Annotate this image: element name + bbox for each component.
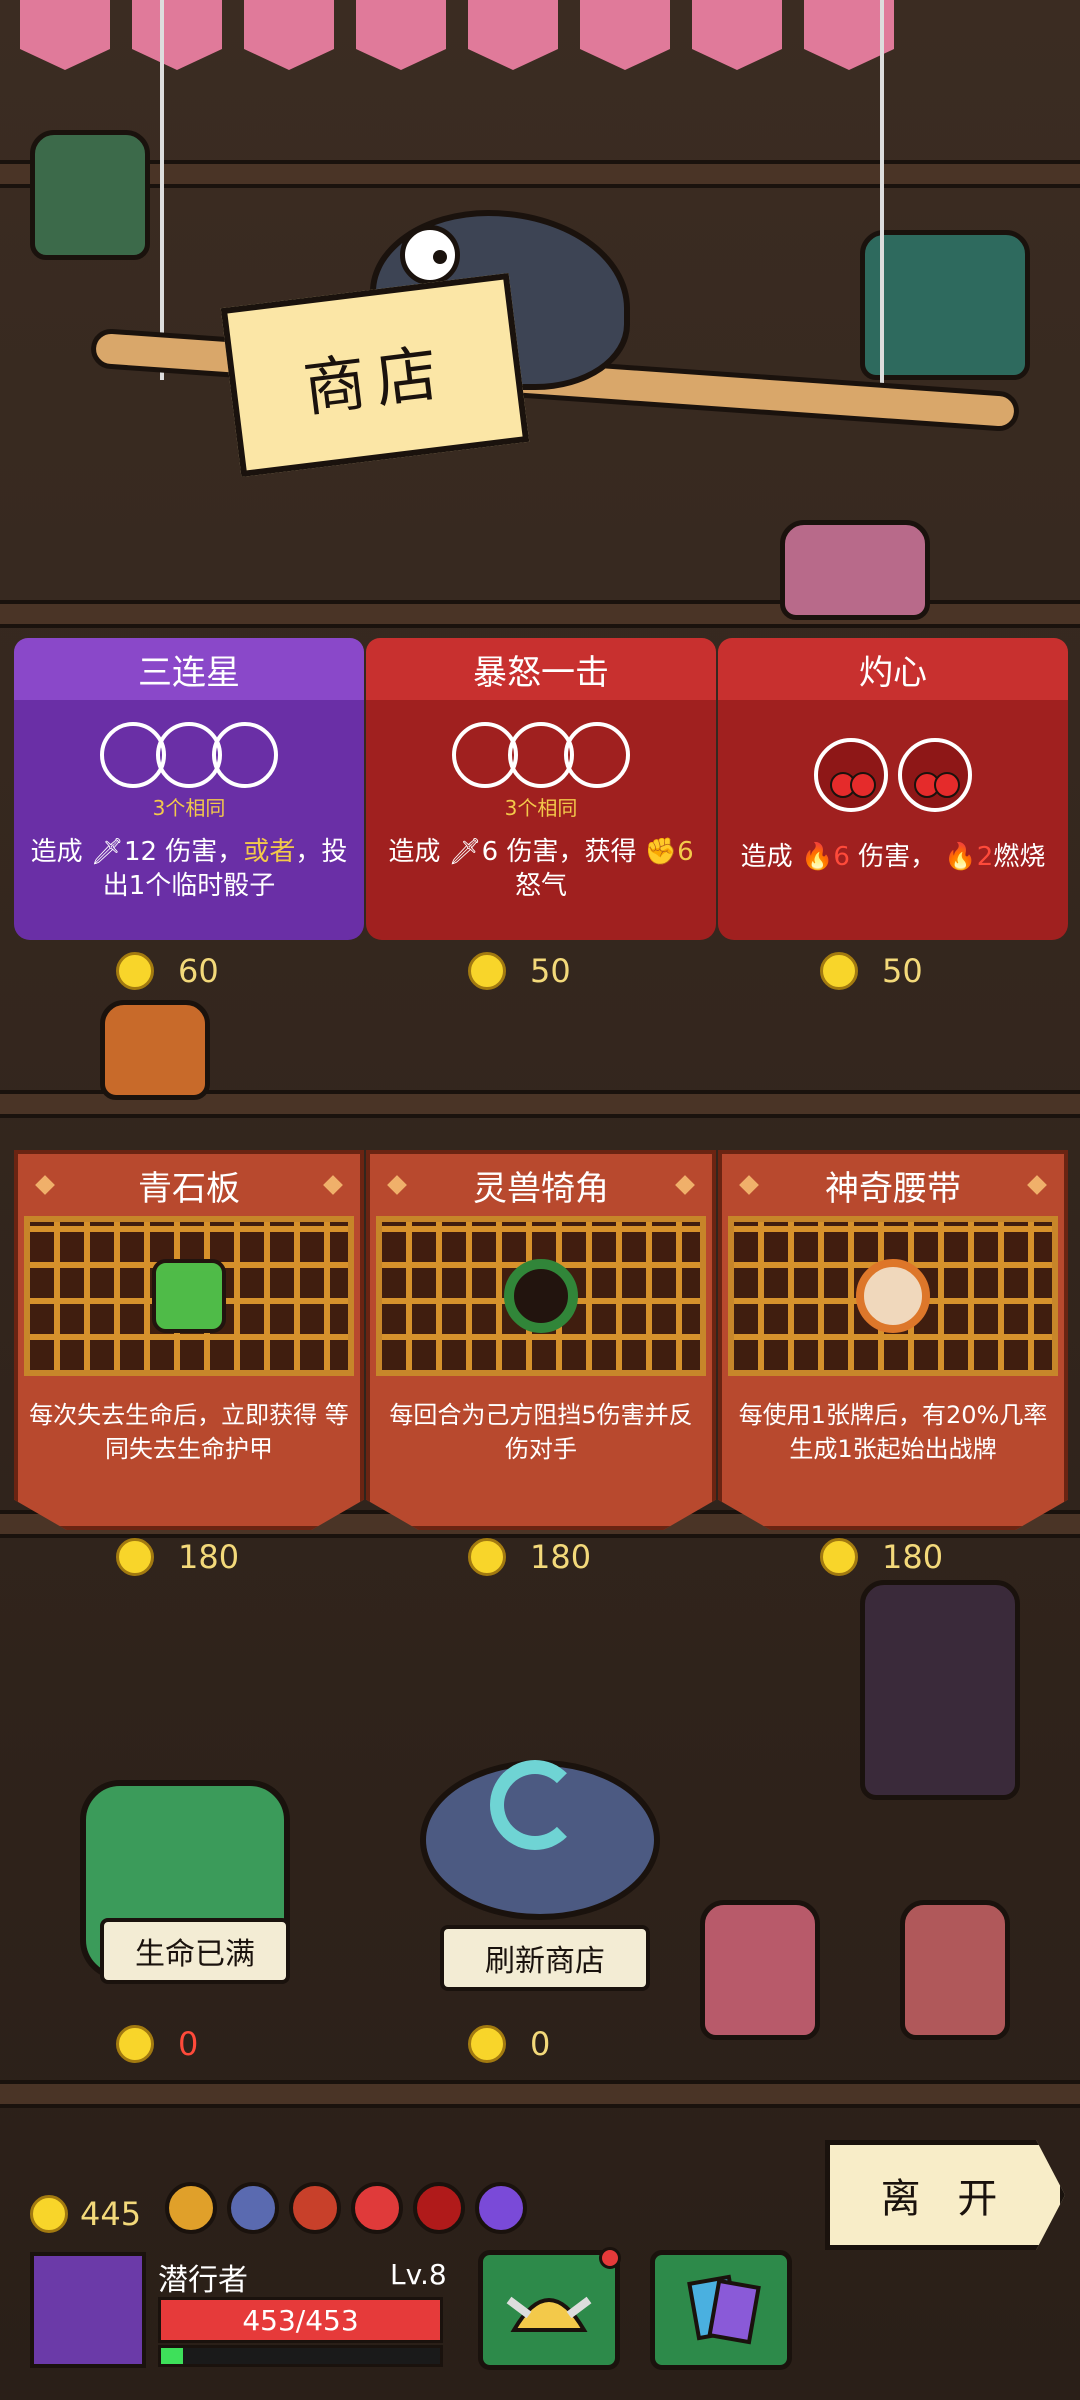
dagger-relic-icon[interactable] [227, 2182, 279, 2234]
card-title: 灼心 [718, 638, 1068, 700]
price-tag: 0 [116, 2025, 198, 2063]
price-tag: 180 [116, 1538, 239, 1576]
coin-icon [820, 952, 858, 990]
jar [780, 520, 930, 620]
hp-bar: 453/453 [158, 2297, 443, 2343]
coin-icon [820, 1538, 858, 1576]
relic-title: 青石板 [18, 1154, 360, 1216]
claw-relic-icon[interactable] [351, 2182, 403, 2234]
price-tag: 60 [116, 952, 219, 990]
player-name: 潜行者 [158, 2263, 248, 2298]
horn-ring-icon [504, 1259, 578, 1333]
coin-icon [116, 2025, 154, 2063]
sword-icon: 🗡 [448, 837, 482, 867]
relic-title: 灵兽犄角 [370, 1154, 712, 1216]
notification-dot [599, 2247, 621, 2269]
burn-icon: 🔥 [944, 842, 977, 872]
relic-description: 每次失去生命后，立即获得 等同失去生命护甲 [29, 1401, 349, 1463]
coin-icon [30, 2195, 68, 2233]
flower-relic-icon[interactable] [165, 2182, 217, 2234]
equipment-button[interactable] [478, 2247, 621, 2370]
shelf [0, 2080, 1080, 2108]
refresh-icon [490, 1760, 580, 1850]
leave-button[interactable]: 离 开 [825, 2140, 1065, 2250]
sword-icon: 🗡 [90, 837, 124, 867]
green-stone-icon [152, 1259, 226, 1333]
price-tag: 0 [468, 2025, 550, 2063]
jar [900, 1900, 1010, 2040]
jar [100, 1000, 210, 1100]
card-description: 造成 🗡6 伤害，获得 ✊6怒气 [388, 837, 694, 901]
skill-card-burning-heart[interactable]: 灼心 造成 🔥6 伤害， 🔥2燃烧 [718, 638, 1068, 940]
relic-title: 神奇腰带 [722, 1154, 1064, 1216]
skill-card-rage-strike[interactable]: 暴怒一击 3个相同 造成 🗡6 伤害，获得 ✊6怒气 [366, 638, 716, 940]
xp-fill [161, 2348, 184, 2364]
gold-counter: 445 [30, 2195, 141, 2233]
price-tag: 50 [820, 952, 923, 990]
xp-bar [158, 2345, 443, 2367]
jar [30, 130, 150, 260]
relic-frame [376, 1216, 706, 1376]
jar [860, 230, 1030, 380]
coin-icon [468, 2025, 506, 2063]
coin-icon [468, 1538, 506, 1576]
sign-rope [160, 0, 164, 380]
skill-card-triple-star[interactable]: 三连星 3个相同 造成 🗡12 伤害，或者，投出1个临时骰子 [14, 638, 364, 940]
jar [860, 1580, 1020, 1800]
relic-bar [165, 2182, 527, 2234]
dice-slots [380, 722, 702, 788]
cherry-die-icon [814, 738, 888, 812]
dice-slots [732, 738, 1054, 812]
helmet-icon [506, 2296, 592, 2332]
refresh-shop-button[interactable]: 刷新商店 [440, 1925, 650, 1991]
card-title: 三连星 [14, 638, 364, 700]
coin-icon [468, 952, 506, 990]
price-tag: 180 [820, 1538, 943, 1576]
relic-frame [728, 1216, 1058, 1376]
cherry-die-icon [898, 738, 972, 812]
relic-frame [24, 1216, 354, 1376]
player-level: Lv.8 [390, 2258, 447, 2291]
belt-icon [856, 1259, 930, 1333]
dice-slots [28, 722, 350, 788]
card-description: 造成 🗡12 伤害，或者，投出1个临时骰子 [30, 837, 348, 901]
flame-relic-icon[interactable] [475, 2182, 527, 2234]
player-avatar[interactable] [30, 2252, 146, 2368]
card-title: 暴怒一击 [366, 638, 716, 700]
price-tag: 180 [468, 1538, 591, 1576]
same-requirement: 3个相同 [152, 796, 226, 820]
coin-icon [116, 952, 154, 990]
relic-card-green-stone[interactable]: 青石板 每次失去生命后，立即获得 等同失去生命护甲 [14, 1150, 364, 1530]
shop-title-sign: 商店 [220, 272, 530, 478]
deck-button[interactable] [650, 2250, 792, 2370]
fist-icon: ✊ [644, 837, 678, 867]
same-requirement: 3个相同 [504, 796, 578, 820]
jar [700, 1900, 820, 2040]
price-tag: 50 [468, 952, 571, 990]
relic-description: 每使用1张牌后，有20%几率生成1张起始出战牌 [738, 1401, 1048, 1463]
card-description: 造成 🔥6 伤害， 🔥2燃烧 [740, 842, 1046, 872]
cards-icon [687, 2274, 761, 2345]
fire-icon: 🔥 [800, 842, 834, 872]
heal-button[interactable]: 生命已满 [100, 1918, 290, 1984]
cube-relic-icon[interactable] [289, 2182, 341, 2234]
relic-card-magic-belt[interactable]: 神奇腰带 每使用1张牌后，有20%几率生成1张起始出战牌 [718, 1150, 1068, 1530]
sign-rope [880, 0, 884, 400]
crow-eye [400, 225, 460, 285]
shield-relic-icon[interactable] [413, 2182, 465, 2234]
relic-description: 每回合为己方阻挡5伤害并反伤对手 [389, 1401, 693, 1463]
relic-card-beast-horn[interactable]: 灵兽犄角 每回合为己方阻挡5伤害并反伤对手 [366, 1150, 716, 1530]
coin-icon [116, 1538, 154, 1576]
